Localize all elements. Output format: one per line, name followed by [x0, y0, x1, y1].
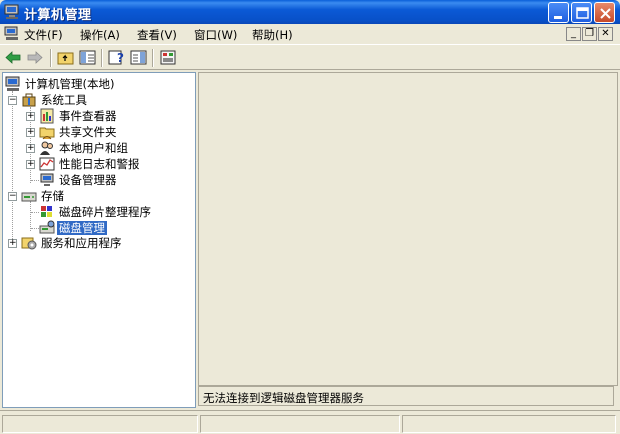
console-tree[interactable]: 计算机管理(本地) − 系统工具 + 事件查看器 + 共享文件夹 + 本地用户和… — [2, 72, 196, 408]
tree-label: 系统工具 — [41, 93, 87, 107]
toolbox-icon — [22, 93, 36, 107]
tree-label: 计算机管理(本地) — [25, 77, 115, 91]
maximize-icon — [576, 7, 589, 19]
tree-connector — [31, 180, 39, 181]
menu-action[interactable]: 操作(A) — [80, 27, 120, 43]
expand-toggle[interactable]: + — [26, 128, 35, 137]
details-pane[interactable] — [198, 72, 618, 386]
collapse-toggle[interactable]: − — [8, 96, 17, 105]
tree-label: 服务和应用程序 — [41, 236, 122, 250]
defrag-icon — [41, 206, 52, 217]
close-button[interactable] — [594, 2, 615, 23]
mdi-minimize-button[interactable]: _ — [566, 27, 581, 41]
back-arrow-icon[interactable] — [4, 49, 22, 66]
tree-item-storage[interactable]: 存储 — [21, 188, 191, 204]
forward-arrow-icon[interactable] — [26, 49, 44, 66]
tree-label: 共享文件夹 — [59, 125, 117, 139]
tree-item-root[interactable]: 计算机管理(本地) — [5, 76, 195, 92]
performance-icon — [39, 157, 55, 171]
expand-toggle[interactable]: + — [26, 144, 35, 153]
menu-file[interactable]: 文件(F) — [24, 27, 63, 43]
minimize-icon — [554, 16, 562, 19]
details-status: 无法连接到逻辑磁盘管理器服务 — [198, 386, 614, 406]
up-folder-icon[interactable] — [57, 49, 75, 66]
storage-icon — [21, 192, 37, 202]
toolbar-separator — [101, 49, 103, 67]
minimize-button[interactable] — [548, 2, 569, 23]
disk-management-icon — [39, 220, 55, 234]
shared-folder-icon — [39, 127, 55, 140]
maximize-button[interactable] — [571, 2, 592, 23]
window-title: 计算机管理 — [24, 8, 92, 23]
tree-label: 本地用户和组 — [59, 141, 128, 155]
tree-item-device-manager[interactable]: 设备管理器 — [39, 172, 189, 188]
close-icon — [600, 8, 611, 19]
toolbar: ? — [0, 44, 620, 70]
expand-toggle[interactable]: + — [8, 239, 17, 248]
menu-bar: 文件(F) 操作(A) 查看(V) 窗口(W) 帮助(H) _ ❐ ✕ — [0, 24, 620, 44]
tree-connector — [12, 91, 13, 243]
mdi-restore-button[interactable]: ❐ — [582, 27, 597, 41]
tree-connector — [31, 212, 39, 213]
status-bar — [0, 410, 620, 434]
tree-label: 性能日志和警报 — [59, 157, 140, 171]
tree-label: 设备管理器 — [59, 173, 117, 187]
svg-text:?: ? — [117, 51, 124, 65]
title-bar[interactable]: 计算机管理 — [0, 0, 620, 24]
tree-item-defrag[interactable]: 磁盘碎片整理程序 — [39, 204, 189, 220]
computer-icon — [5, 76, 20, 91]
tree-connector — [30, 201, 31, 231]
tree-label: 存储 — [41, 189, 64, 203]
tree-item-shared-folders[interactable]: 共享文件夹 — [39, 124, 189, 140]
device-manager-icon — [40, 173, 54, 186]
expand-toggle[interactable]: + — [26, 160, 35, 169]
tree-item-local-users[interactable]: 本地用户和组 — [39, 140, 189, 156]
tree-item-disk-management[interactable]: 磁盘管理 — [39, 220, 189, 236]
status-cell — [2, 415, 198, 433]
status-message: 无法连接到逻辑磁盘管理器服务 — [203, 391, 364, 405]
status-cell — [402, 415, 616, 433]
export-list-icon[interactable] — [160, 49, 178, 66]
toolbar-separator — [152, 49, 154, 67]
users-icon — [40, 141, 53, 155]
computer-management-icon — [4, 4, 19, 19]
tree-item-perf-logs[interactable]: 性能日志和警报 — [39, 156, 189, 172]
show-hide-tree-icon[interactable] — [79, 49, 97, 66]
tree-label: 磁盘碎片整理程序 — [59, 205, 151, 219]
tree-label: 磁盘管理 — [57, 221, 107, 235]
collapse-toggle[interactable]: − — [8, 192, 17, 201]
mdi-document-icon[interactable] — [4, 26, 20, 41]
tree-connector — [31, 228, 39, 229]
tree-item-event-viewer[interactable]: 事件查看器 — [39, 108, 189, 124]
mdi-close-button[interactable]: ✕ — [598, 27, 613, 41]
toolbar-separator — [50, 49, 52, 67]
menu-help[interactable]: 帮助(H) — [252, 27, 293, 43]
tree-item-system-tools[interactable]: 系统工具 — [21, 92, 191, 108]
services-icon — [21, 237, 37, 250]
help-icon[interactable]: ? — [108, 49, 126, 66]
event-viewer-icon — [40, 108, 54, 124]
expand-toggle[interactable]: + — [26, 112, 35, 121]
properties-icon[interactable] — [130, 49, 148, 66]
status-cell — [200, 415, 400, 433]
menu-window[interactable]: 窗口(W) — [194, 27, 237, 43]
tree-label: 事件查看器 — [59, 109, 117, 123]
menu-view[interactable]: 查看(V) — [137, 27, 177, 43]
tree-item-services-apps[interactable]: 服务和应用程序 — [21, 235, 191, 251]
